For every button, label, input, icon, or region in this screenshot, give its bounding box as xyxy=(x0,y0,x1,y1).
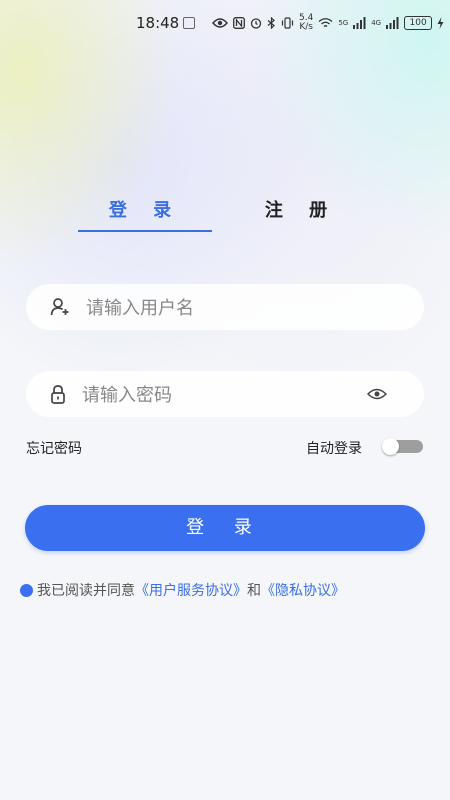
alarm-icon xyxy=(250,18,262,29)
wifi-icon xyxy=(318,18,333,27)
battery-indicator: 100 xyxy=(404,16,433,30)
add-user-icon xyxy=(50,298,69,316)
signal-icon xyxy=(353,17,366,29)
toggle-knob xyxy=(382,438,399,455)
agreement-row: 我已阅读并同意 《用户服务协议》 和 《隐私协议》 xyxy=(20,580,345,600)
eye-icon xyxy=(212,18,228,28)
agreement-and: 和 xyxy=(247,583,261,599)
signal-icon-2 xyxy=(386,17,399,29)
user-agreement-link[interactable]: 《用户服务协议》 xyxy=(135,580,247,600)
tab-login[interactable]: 登 录 xyxy=(78,196,212,232)
bluetooth-icon xyxy=(267,17,275,29)
signal-label-2: 4G xyxy=(371,19,382,27)
username-field[interactable] xyxy=(26,284,424,330)
status-time: 18:48 xyxy=(136,14,180,32)
auth-tabs: 登 录 注 册 xyxy=(78,196,358,236)
auto-login-toggle[interactable] xyxy=(382,438,423,455)
tab-register[interactable]: 注 册 xyxy=(244,196,358,232)
network-speed: 5.4 K/s xyxy=(299,13,314,32)
charging-icon xyxy=(437,17,444,29)
lock-icon xyxy=(51,385,65,404)
notification-icon xyxy=(183,17,195,29)
status-icons: 5.4 K/s 5G 4G 100 xyxy=(212,14,444,32)
password-field[interactable] xyxy=(26,371,424,417)
privacy-policy-link[interactable]: 《隐私协议》 xyxy=(261,580,345,600)
vibrate-icon xyxy=(281,17,294,29)
agreement-radio[interactable] xyxy=(20,583,33,597)
active-tab-indicator xyxy=(78,230,212,232)
auto-login-label: 自动登录 xyxy=(306,441,362,457)
password-input[interactable] xyxy=(80,379,374,411)
login-button[interactable]: 登 录 xyxy=(25,505,425,551)
forgot-password-link[interactable]: 忘记密码 xyxy=(26,438,82,458)
show-password-eye-icon[interactable] xyxy=(367,385,387,403)
status-bar: 18:48 5.4 K/s 5G 4G 100 xyxy=(0,0,450,46)
signal-label-1: 5G xyxy=(338,19,349,27)
username-input[interactable] xyxy=(84,292,378,324)
nfc-icon xyxy=(233,17,245,29)
agreement-prefix: 我已阅读并同意 xyxy=(37,583,135,599)
